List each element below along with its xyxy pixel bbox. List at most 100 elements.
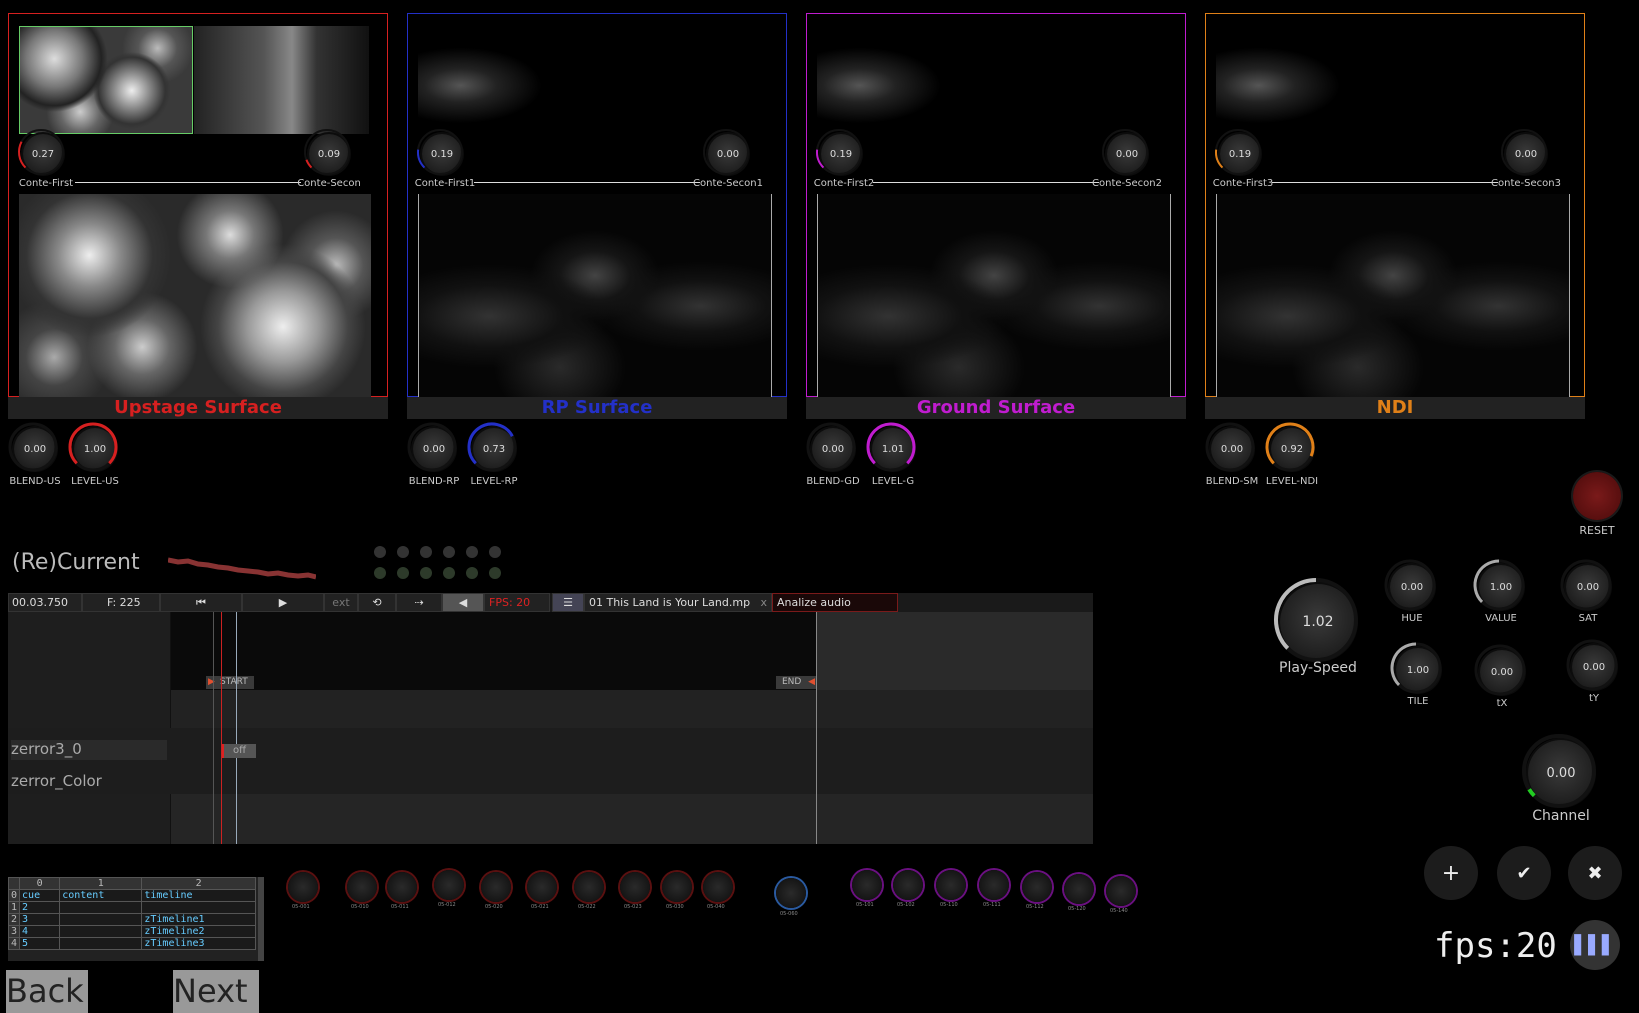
knob-blend[interactable]: 0.00 <box>407 422 457 472</box>
play-button[interactable]: ▶ <box>242 593 324 612</box>
audio-file-field[interactable]: 01 This Land is Your Land.mp x <box>584 593 772 612</box>
track-row-2[interactable] <box>8 762 1093 794</box>
table-row[interactable]: 4 5 zTimeline3 <box>8 937 256 950</box>
cell-timeline[interactable] <box>141 901 256 914</box>
mini-knob-red[interactable] <box>574 872 604 902</box>
timeline-area[interactable]: zerror3_0 zerror_Color ▶ START END ◀ off <box>8 612 1093 844</box>
cell-timeline[interactable]: zTimeline2 <box>141 925 256 938</box>
rewind-button[interactable]: ⏮ <box>160 593 242 612</box>
back-button[interactable]: Back <box>6 970 88 1013</box>
knob-conte-first[interactable]: 0.19 <box>417 129 463 175</box>
knob-blend[interactable]: 0.00 <box>8 422 58 472</box>
knob-conte-second-label: Conte-Secon3 <box>1491 178 1561 189</box>
file-list-button[interactable]: ☰ <box>552 593 584 612</box>
step-button[interactable]: ⇢ <box>396 593 442 612</box>
cancel-button[interactable]: ✖ <box>1568 846 1622 900</box>
mini-knob-red[interactable] <box>620 872 650 902</box>
cell-content[interactable]: content <box>59 889 143 902</box>
clear-file-button[interactable]: x <box>760 594 767 611</box>
preview-thumbnail[interactable] <box>19 26 369 134</box>
loop-button[interactable]: ⟲ <box>358 593 396 612</box>
cue-table[interactable]: 0 1 2 0 cue content timeline 1 2 2 3 zTimeline1 3… <box>8 877 264 961</box>
cell-content[interactable] <box>59 925 143 938</box>
table-row[interactable]: 2 3 zTimeline1 <box>8 913 256 926</box>
knob-blend[interactable]: 0.00 <box>806 422 856 472</box>
table-row[interactable]: 3 4 zTimeline2 <box>8 925 256 938</box>
knob-conte-first[interactable]: 0.19 <box>816 129 862 175</box>
knob-level[interactable]: 1.01 <box>866 422 916 472</box>
knob-sat[interactable]: 0.00 <box>1560 559 1612 611</box>
ext-sync-button[interactable]: ext <box>324 593 358 612</box>
knob-level[interactable]: 0.92 <box>1265 422 1315 472</box>
knob-ty[interactable]: 0.00 <box>1566 639 1618 691</box>
knob-channel[interactable]: 0.00 <box>1522 734 1596 808</box>
confirm-button[interactable]: ✔ <box>1497 846 1551 900</box>
cell-cue[interactable]: 5 <box>19 937 61 950</box>
reset-button[interactable] <box>1573 472 1621 520</box>
knob-conte-first[interactable]: 0.27 <box>18 129 64 175</box>
knob-hue-label: HUE <box>1401 613 1423 624</box>
track-name-0[interactable]: zerror3_0 <box>11 740 167 760</box>
cell-content[interactable] <box>59 913 143 926</box>
cell-timeline[interactable]: zTimeline3 <box>141 937 256 950</box>
mini-knob-red[interactable] <box>527 872 557 902</box>
preview-thumbnail[interactable] <box>817 26 987 134</box>
knob-conte-second[interactable]: 0.09 <box>304 129 350 175</box>
knob-blend[interactable]: 0.00 <box>1205 422 1255 472</box>
timeline-clip[interactable]: off <box>222 744 256 758</box>
knob-conte-second[interactable]: 0.00 <box>1102 129 1148 175</box>
playhead[interactable] <box>236 612 237 844</box>
mini-knob-red[interactable] <box>288 872 318 902</box>
mini-knob-red[interactable] <box>434 870 464 900</box>
mini-knob-red[interactable] <box>703 872 733 902</box>
cell-cue[interactable]: 2 <box>19 901 61 914</box>
end-marker[interactable]: END ◀ <box>776 676 816 689</box>
cell-cue[interactable]: cue <box>19 889 61 902</box>
preview-thumbnail[interactable] <box>418 26 588 134</box>
knob-conte-first-value: 0.19 <box>430 148 454 160</box>
table-row[interactable]: 0 cue content timeline <box>8 889 256 902</box>
knob-level[interactable]: 1.00 <box>68 422 118 472</box>
knob-level[interactable]: 0.73 <box>467 422 517 472</box>
mini-knob-purple[interactable] <box>936 870 966 900</box>
mini-knob-purple[interactable] <box>979 870 1009 900</box>
knob-tx[interactable]: 0.00 <box>1474 644 1526 696</box>
analyze-audio-button[interactable]: Analize audio <box>772 593 898 612</box>
add-button[interactable]: + <box>1424 846 1478 900</box>
mini-knob-red[interactable] <box>347 872 377 902</box>
table-scrollbar[interactable] <box>258 877 264 961</box>
cell-content[interactable] <box>59 901 143 914</box>
mute-button[interactable]: ◀ <box>442 593 484 612</box>
knob-conte-first[interactable]: 0.19 <box>1215 129 1261 175</box>
table-row[interactable]: 12 <box>8 901 256 914</box>
audio-spectrum-button[interactable]: ▌▌▌ <box>1570 920 1620 970</box>
knob-conte-second[interactable]: 0.00 <box>1501 129 1547 175</box>
mini-knob-purple[interactable] <box>1106 876 1136 906</box>
knob-play-speed[interactable]: 1.02 <box>1274 578 1358 662</box>
knob-tile[interactable]: 1.00 <box>1390 642 1442 694</box>
next-button[interactable]: Next <box>173 970 259 1013</box>
knob-hue[interactable]: 0.00 <box>1384 559 1436 611</box>
mini-knob-red[interactable] <box>662 872 692 902</box>
mini-knob-red[interactable] <box>481 872 511 902</box>
track-name-1[interactable]: zerror_Color <box>11 772 102 790</box>
cell-timeline[interactable]: zTimeline1 <box>141 913 256 926</box>
mini-knob-blue[interactable] <box>776 878 806 908</box>
cell-cue[interactable]: 3 <box>19 913 61 926</box>
knob-conte-first-label: Conte-First3 <box>1212 178 1274 189</box>
knob-level-label: LEVEL-US <box>71 476 119 487</box>
mini-knob-purple[interactable] <box>893 870 923 900</box>
mini-knob-red[interactable] <box>387 872 417 902</box>
cell-timeline[interactable]: timeline <box>141 889 256 902</box>
track-row-1[interactable] <box>8 728 1093 763</box>
preview-thumbnail[interactable] <box>1216 26 1386 134</box>
cell-content[interactable] <box>59 937 143 950</box>
knob-conte-second[interactable]: 0.00 <box>703 129 749 175</box>
mini-knob-purple[interactable] <box>1022 872 1052 902</box>
knob-value[interactable]: 1.00 <box>1473 559 1525 611</box>
knob-conte-second-value: 0.00 <box>1115 148 1139 160</box>
mini-knob-purple[interactable] <box>1064 874 1094 904</box>
mini-knob-purple[interactable] <box>852 870 882 900</box>
cell-cue[interactable]: 4 <box>19 925 61 938</box>
knob-level-value: 1.01 <box>881 443 905 455</box>
